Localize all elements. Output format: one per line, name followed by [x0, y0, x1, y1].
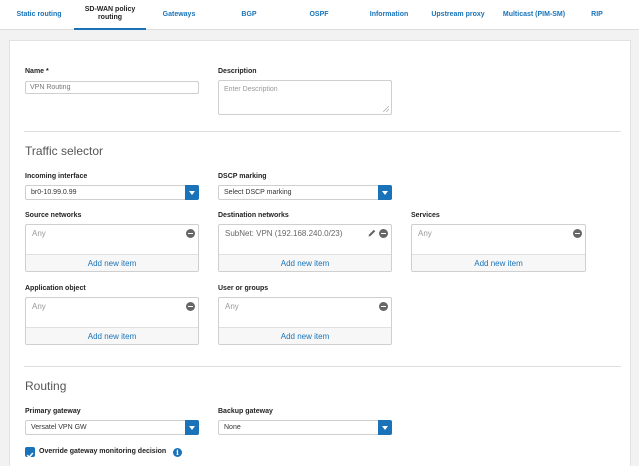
application-object-add-button[interactable]: Add new item [26, 327, 198, 344]
source-networks-label: Source networks [25, 212, 82, 219]
primary-gateway-select[interactable]: Versatel VPN GW [25, 420, 199, 435]
remove-icon[interactable] [573, 229, 582, 238]
services-add-button[interactable]: Add new item [412, 254, 585, 271]
primary-gateway-value: Versatel VPN GW [31, 424, 87, 431]
tab-information[interactable]: Information [358, 0, 420, 30]
divider [24, 131, 621, 132]
services-label: Services [411, 212, 440, 219]
chevron-down-icon[interactable] [185, 185, 199, 200]
dscp-marking-value: Select DSCP marking [224, 189, 292, 196]
tab-gateways[interactable]: Gateways [150, 0, 208, 30]
remove-icon[interactable] [186, 229, 195, 238]
backup-gateway-select[interactable]: None [218, 420, 392, 435]
application-object-label: Application object [25, 285, 86, 292]
incoming-interface-select[interactable]: br0-10.99.0.99 [25, 185, 199, 200]
dscp-marking-select[interactable]: Select DSCP marking [218, 185, 392, 200]
tab-bgp[interactable]: BGP [220, 0, 278, 30]
list-item: Any [26, 225, 198, 254]
source-networks-add-button[interactable]: Add new item [26, 254, 198, 271]
pencil-icon[interactable] [367, 228, 377, 238]
info-icon[interactable]: i [173, 448, 182, 457]
name-label: Name * [25, 68, 49, 75]
dscp-marking-label: DSCP marking [218, 173, 267, 180]
source-networks-list: Any Add new item [25, 224, 199, 272]
list-item: Any [412, 225, 585, 254]
destination-networks-item: SubNet: VPN (192.168.240.0/23) [225, 229, 343, 238]
destination-networks-label: Destination networks [218, 212, 289, 219]
destination-networks-list: SubNet: VPN (192.168.240.0/23) Add new i… [218, 224, 392, 272]
override-checkbox[interactable] [25, 447, 35, 459]
tab-bar: Static routing SD-WAN policy routing Gat… [0, 0, 639, 30]
chevron-down-icon[interactable] [378, 420, 392, 435]
user-or-groups-list: Any Add new item [218, 297, 392, 345]
application-object-item: Any [32, 302, 46, 311]
checkmark-icon [26, 452, 34, 459]
remove-icon[interactable] [379, 229, 388, 238]
backup-gateway-value: None [224, 424, 241, 431]
user-or-groups-item: Any [225, 302, 239, 311]
application-object-list: Any Add new item [25, 297, 199, 345]
user-or-groups-label: User or groups [218, 285, 269, 292]
chevron-down-icon[interactable] [378, 185, 392, 200]
incoming-interface-label: Incoming interface [25, 173, 88, 180]
description-textarea[interactable]: Enter Description [218, 80, 392, 115]
policy-form-panel: Name * Description Enter Description Tra… [9, 40, 631, 466]
primary-gateway-label: Primary gateway [25, 408, 81, 415]
list-item: SubNet: VPN (192.168.240.0/23) [219, 225, 391, 254]
services-item: Any [418, 229, 432, 238]
incoming-interface-value: br0-10.99.0.99 [31, 189, 77, 196]
description-placeholder: Enter Description [224, 86, 278, 93]
tab-sdwan-policy-routing[interactable]: SD-WAN policy routing [74, 0, 146, 30]
services-list: Any Add new item [411, 224, 586, 272]
tab-ospf[interactable]: OSPF [290, 0, 348, 30]
list-item: Any [219, 298, 391, 327]
source-networks-item: Any [32, 229, 46, 238]
chevron-down-icon[interactable] [185, 420, 199, 435]
divider [24, 366, 621, 367]
tab-multicast[interactable]: Multicast (PIM-SM) [494, 0, 574, 30]
remove-icon[interactable] [379, 302, 388, 311]
list-item: Any [26, 298, 198, 327]
section-title-traffic-selector: Traffic selector [25, 144, 104, 158]
resize-handle-icon[interactable] [383, 106, 389, 112]
name-input[interactable] [25, 81, 199, 94]
remove-icon[interactable] [186, 302, 195, 311]
destination-networks-add-button[interactable]: Add new item [219, 254, 391, 271]
backup-gateway-label: Backup gateway [218, 408, 273, 415]
tab-rip[interactable]: RIP [580, 0, 614, 30]
override-label: Override gateway monitoring decision [39, 448, 167, 455]
tab-upstream-proxy[interactable]: Upstream proxy [424, 0, 492, 30]
section-title-routing: Routing [25, 379, 67, 393]
description-label: Description [218, 68, 257, 75]
tab-static-routing[interactable]: Static routing [6, 0, 72, 30]
user-or-groups-add-button[interactable]: Add new item [219, 327, 391, 344]
